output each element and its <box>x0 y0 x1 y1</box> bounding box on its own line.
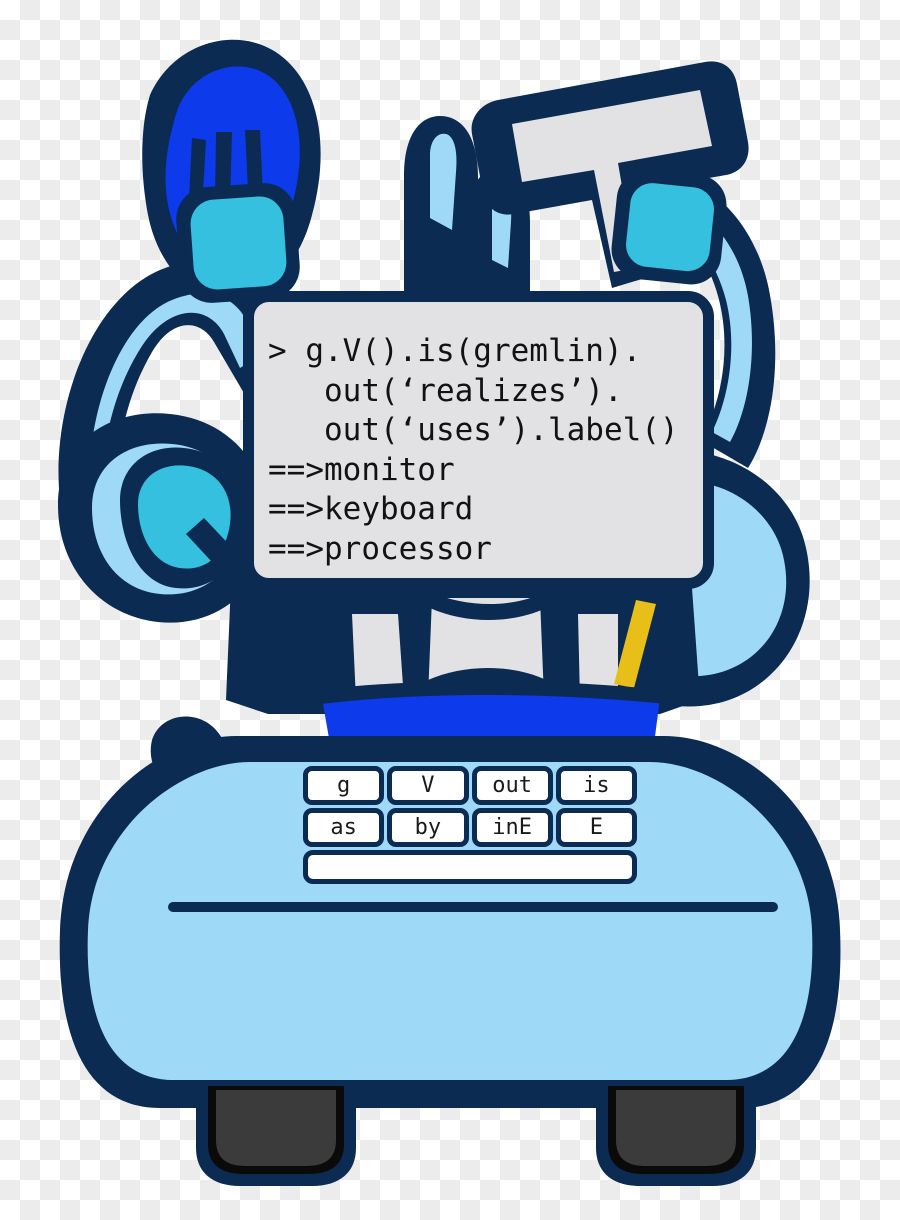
console-line-cont-1: out(‘realizes’). <box>268 372 623 409</box>
gremlin-robot-illustration: .nv { fill:#0b2b53; } .lb { fill:#9ed9f8… <box>58 39 841 1186</box>
key-V[interactable]: V <box>387 766 469 805</box>
gremlin-console-panel[interactable]: > g.V().is(gremlin). out(‘realizes’). ou… <box>243 291 714 589</box>
upper-left-shoulder-pad <box>176 183 300 303</box>
console-line-prompt: > g.V().is(gremlin). <box>268 333 642 369</box>
key-is[interactable]: is <box>555 766 637 805</box>
console-result-processor: ==>processor <box>268 530 492 567</box>
key-inE[interactable]: inE <box>471 808 553 847</box>
illustration-canvas: .nv { fill:#0b2b53; } .lb { fill:#9ed9f8… <box>0 0 900 1220</box>
upper-right-shoulder-pad <box>611 169 727 285</box>
keyboard-row-2: as by inE E <box>303 808 637 847</box>
key-E[interactable]: E <box>555 808 637 847</box>
robot-keyboard[interactable]: g V out is as by inE E <box>303 766 637 887</box>
key-out[interactable]: out <box>471 766 553 805</box>
key-by[interactable]: by <box>387 808 469 847</box>
right-foot <box>596 1080 756 1186</box>
key-spacebar[interactable] <box>303 850 637 884</box>
console-line-cont-2: out(‘uses’).label() <box>268 412 679 448</box>
key-g[interactable]: g <box>303 766 385 805</box>
left-foot <box>196 1080 356 1186</box>
console-result-monitor: ==>monitor <box>268 451 455 488</box>
keyboard-row-3 <box>303 850 637 884</box>
key-as[interactable]: as <box>303 808 385 847</box>
keyboard-row-1: g V out is <box>303 766 637 805</box>
console-result-keyboard: ==>keyboard <box>268 491 474 527</box>
